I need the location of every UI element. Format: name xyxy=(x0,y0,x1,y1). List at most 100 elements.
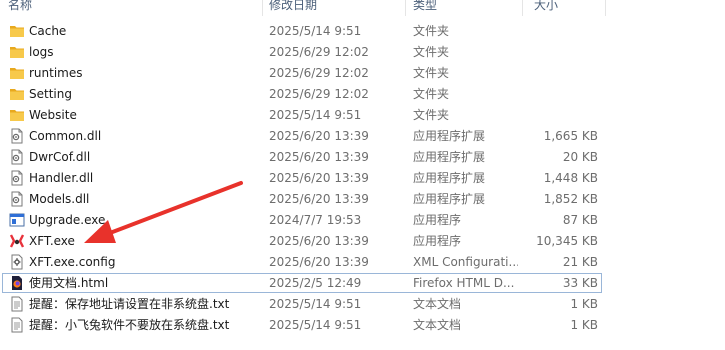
file-name: logs xyxy=(29,45,54,59)
file-type: 应用程序 xyxy=(413,213,462,227)
file-type: 应用程序扩展 xyxy=(413,150,486,164)
file-type: 文本文档 xyxy=(413,297,462,311)
file-date: 2025/5/14 9:51 xyxy=(269,318,362,332)
column-divider[interactable] xyxy=(522,0,523,16)
file-type: 文件夹 xyxy=(413,24,450,38)
file-size: 1,448 KB xyxy=(543,171,598,185)
file-name: 提醒：保存地址请设置在非系统盘.txt xyxy=(29,297,230,311)
file-type: Firefox HTML D... xyxy=(413,276,515,290)
file-size: 1 KB xyxy=(570,297,598,311)
column-header-size[interactable]: 大小 xyxy=(534,0,558,15)
file-date: 2025/6/29 12:02 xyxy=(269,66,369,80)
file-type: 应用程序扩展 xyxy=(413,129,486,143)
folder-icon xyxy=(9,84,25,105)
file-row[interactable]: Models.dll 2025/6/20 13:39 应用程序扩展 1,852 KB xyxy=(0,189,725,210)
file-name: Upgrade.exe xyxy=(29,213,106,227)
file-date: 2025/6/20 13:39 xyxy=(269,150,369,164)
folder-icon xyxy=(9,21,25,42)
file-name: Handler.dll xyxy=(29,171,94,185)
dll-file-icon xyxy=(9,189,25,210)
file-type: 文件夹 xyxy=(413,45,450,59)
dll-file-icon xyxy=(9,126,25,147)
column-divider[interactable] xyxy=(605,0,606,16)
xft-app-icon xyxy=(9,231,25,252)
file-row[interactable]: Website 2025/5/14 9:51 文件夹 xyxy=(0,105,725,126)
file-date: 2024/7/7 19:53 xyxy=(269,213,362,227)
file-name: Cache xyxy=(29,24,67,38)
file-row[interactable]: 使用文档.html 2025/2/5 12:49 Firefox HTML D...… xyxy=(0,273,725,294)
file-type: 文件夹 xyxy=(413,108,450,122)
firefox-html-icon xyxy=(9,273,25,294)
file-name: Website xyxy=(29,108,77,122)
file-row[interactable]: runtimes 2025/6/29 12:02 文件夹 xyxy=(0,63,725,84)
file-size: 1,665 KB xyxy=(543,129,598,143)
file-size: 21 KB xyxy=(562,255,598,269)
file-row[interactable]: XFT.exe 2025/6/20 13:39 应用程序 10,345 KB xyxy=(0,231,725,252)
file-row[interactable]: logs 2025/6/29 12:02 文件夹 xyxy=(0,42,725,63)
file-row[interactable]: 提醒：小飞兔软件不要放在系统盘.txt 2025/5/14 9:51 文本文档 1 K… xyxy=(0,315,725,336)
exe-window-icon xyxy=(9,210,25,231)
file-name: XFT.exe xyxy=(29,234,75,248)
column-header-name[interactable]: 名称 xyxy=(8,0,32,15)
file-date: 2025/6/20 13:39 xyxy=(269,129,369,143)
file-row[interactable]: XFT.exe.config 2025/6/20 13:39 XML Configu… xyxy=(0,252,725,273)
file-type: 文本文档 xyxy=(413,318,462,332)
text-file-icon xyxy=(9,294,25,315)
column-header-date[interactable]: 修改日期 xyxy=(269,0,317,15)
file-name: 使用文档.html xyxy=(29,276,109,290)
file-date: 2025/6/20 13:39 xyxy=(269,171,369,185)
file-size xyxy=(520,105,598,126)
file-date: 2025/6/29 12:02 xyxy=(269,45,369,59)
file-date: 2025/5/14 9:51 xyxy=(269,108,362,122)
file-size: 20 KB xyxy=(562,150,598,164)
file-size xyxy=(520,21,598,42)
file-row[interactable]: Upgrade.exe 2024/7/7 19:53 应用程序 87 KB xyxy=(0,210,725,231)
file-type: 应用程序扩展 xyxy=(413,171,486,185)
file-name: runtimes xyxy=(29,66,83,80)
file-date: 2025/6/20 13:39 xyxy=(269,255,369,269)
folder-icon xyxy=(9,63,25,84)
file-date: 2025/5/14 9:51 xyxy=(269,297,362,311)
file-name: 提醒：小飞兔软件不要放在系统盘.txt xyxy=(29,318,230,332)
folder-icon xyxy=(9,42,25,63)
file-name: Common.dll xyxy=(29,129,102,143)
file-type: 应用程序扩展 xyxy=(413,192,486,206)
text-file-icon xyxy=(9,315,25,336)
file-name: Setting xyxy=(29,87,72,101)
file-size: 1 KB xyxy=(570,318,598,332)
file-date: 2025/2/5 12:49 xyxy=(269,276,362,290)
dll-file-icon xyxy=(9,168,25,189)
file-type: 文件夹 xyxy=(413,87,450,101)
column-divider[interactable] xyxy=(262,0,263,16)
file-type: 文件夹 xyxy=(413,66,450,80)
file-size xyxy=(520,42,598,63)
file-row[interactable]: Cache 2025/5/14 9:51 文件夹 xyxy=(0,21,725,42)
file-row[interactable]: Handler.dll 2025/6/20 13:39 应用程序扩展 1,448 KB xyxy=(0,168,725,189)
file-name: XFT.exe.config xyxy=(29,255,116,269)
file-list: Cache 2025/5/14 9:51 文件夹 logs 2025/6/29 12:0… xyxy=(0,21,725,336)
file-size: 87 KB xyxy=(562,213,598,227)
column-divider[interactable] xyxy=(405,0,406,16)
config-file-icon xyxy=(9,252,25,273)
file-type: 应用程序 xyxy=(413,234,462,248)
file-size: 10,345 KB xyxy=(536,234,598,248)
file-date: 2025/5/14 9:51 xyxy=(269,24,362,38)
file-name: DwrCof.dll xyxy=(29,150,91,164)
column-header-type[interactable]: 类型 xyxy=(413,0,437,15)
file-name: Models.dll xyxy=(29,192,90,206)
file-row[interactable]: DwrCof.dll 2025/6/20 13:39 应用程序扩展 20 KB xyxy=(0,147,725,168)
file-date: 2025/6/20 13:39 xyxy=(269,234,369,248)
file-date: 2025/6/29 12:02 xyxy=(269,87,369,101)
file-row[interactable]: Common.dll 2025/6/20 13:39 应用程序扩展 1,665 KB xyxy=(0,126,725,147)
file-size xyxy=(520,84,598,105)
file-type: XML Configurati... xyxy=(413,255,518,269)
file-size xyxy=(520,63,598,84)
folder-icon xyxy=(9,105,25,126)
file-row[interactable]: 提醒：保存地址请设置在非系统盘.txt 2025/5/14 9:51 文本文档 1 K… xyxy=(0,294,725,315)
dll-file-icon xyxy=(9,147,25,168)
file-size: 1,852 KB xyxy=(543,192,598,206)
file-row[interactable]: Setting 2025/6/29 12:02 文件夹 xyxy=(0,84,725,105)
column-header-bar: 名称 修改日期 类型 大小 xyxy=(0,0,725,16)
file-size: 33 KB xyxy=(562,276,598,290)
file-date: 2025/6/20 13:39 xyxy=(269,192,369,206)
